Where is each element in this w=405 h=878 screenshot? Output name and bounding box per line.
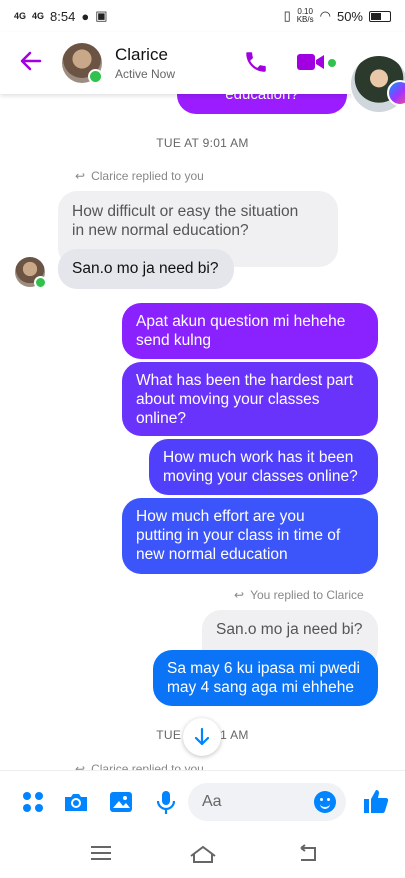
reply-indicator-text: You replied to Clarice (250, 588, 364, 602)
back-icon[interactable] (298, 844, 320, 862)
conversation-header: Clarice Active Now (0, 32, 405, 94)
contact-status: Active Now (115, 67, 176, 81)
vibrate-icon: ▯ (283, 8, 291, 23)
active-status-dot (34, 276, 47, 289)
battery-icon (369, 10, 391, 22)
messenger-logo-icon (387, 80, 405, 106)
grid-menu-icon[interactable] (20, 789, 46, 815)
video-active-dot (328, 59, 336, 67)
message-input-placeholder: Aa (202, 793, 222, 810)
reply-indicator: ↩ Clarice replied to you (75, 169, 204, 183)
signal-2: 4G (32, 11, 45, 21)
reply-arrow-icon: ↩ (234, 588, 245, 602)
contact-name: Clarice (115, 45, 168, 64)
back-arrow-icon[interactable] (20, 50, 42, 76)
clock: 8:54 (50, 8, 76, 24)
message-bubble-outgoing[interactable]: Apat akun question mi hehehe send kulng (122, 303, 378, 359)
messenger-notification-icon: ● (81, 8, 90, 24)
message-composer: Aa (0, 770, 405, 832)
reply-arrow-icon: ↩ (75, 762, 86, 770)
message-input[interactable]: Aa (188, 783, 346, 821)
reply-indicator-text: Clarice replied to you (91, 169, 204, 183)
notification-icon: ▣ (95, 8, 108, 23)
recents-menu-icon[interactable] (90, 844, 112, 862)
timestamp: TUE AT 9:01 AM (156, 136, 249, 150)
net-unit: KB/s (296, 15, 314, 24)
system-navigation-bar (0, 832, 405, 878)
status-bar: 4G 4G 8:54 ● ▣ ▯ 0.10 KB/s ◠ 50% (0, 0, 405, 32)
active-status-dot (88, 69, 103, 84)
arrow-down-icon (194, 728, 210, 746)
scroll-to-bottom-button[interactable] (183, 718, 221, 756)
phone-call-icon[interactable] (243, 49, 269, 75)
message-bubble-outgoing-partial[interactable]: education? (177, 94, 347, 114)
message-bubble-outgoing[interactable]: Sa may 6 ku ipasa mi pwedi may 4 sang ag… (153, 650, 378, 706)
message-bubble-outgoing[interactable]: How much work has it been moving your cl… (149, 439, 378, 495)
camera-icon[interactable] (63, 789, 89, 815)
message-bubble-incoming[interactable]: San.o mo ja need bi? (58, 249, 234, 289)
gallery-icon[interactable] (108, 789, 134, 815)
contact-info[interactable]: Clarice Active Now (115, 45, 175, 81)
reply-arrow-icon: ↩ (75, 169, 86, 183)
contact-avatar[interactable] (62, 43, 103, 84)
reply-indicator-text: Clarice replied to you (91, 762, 204, 770)
reply-indicator: ↩ You replied to Clarice (234, 588, 364, 602)
signal-1: 4G (14, 11, 27, 21)
thumbs-up-icon[interactable] (362, 787, 390, 815)
chat-head-bubble[interactable] (349, 54, 405, 114)
microphone-icon[interactable] (153, 789, 179, 815)
wifi-icon: ◠ (319, 8, 331, 23)
home-icon[interactable] (189, 844, 217, 864)
reply-indicator: ↩ Clarice replied to you (75, 762, 204, 770)
message-list[interactable]: education? TUE AT 9:01 AM ↩ Clarice repl… (0, 94, 405, 770)
message-bubble-outgoing[interactable]: What has been the hardest part about mov… (122, 362, 378, 436)
battery-percent: 50% (336, 8, 363, 24)
contact-avatar-small[interactable] (15, 257, 47, 289)
video-call-icon[interactable] (297, 53, 325, 71)
message-bubble-outgoing[interactable]: How much effort are you putting in your … (122, 498, 378, 574)
emoji-icon[interactable] (314, 791, 336, 813)
